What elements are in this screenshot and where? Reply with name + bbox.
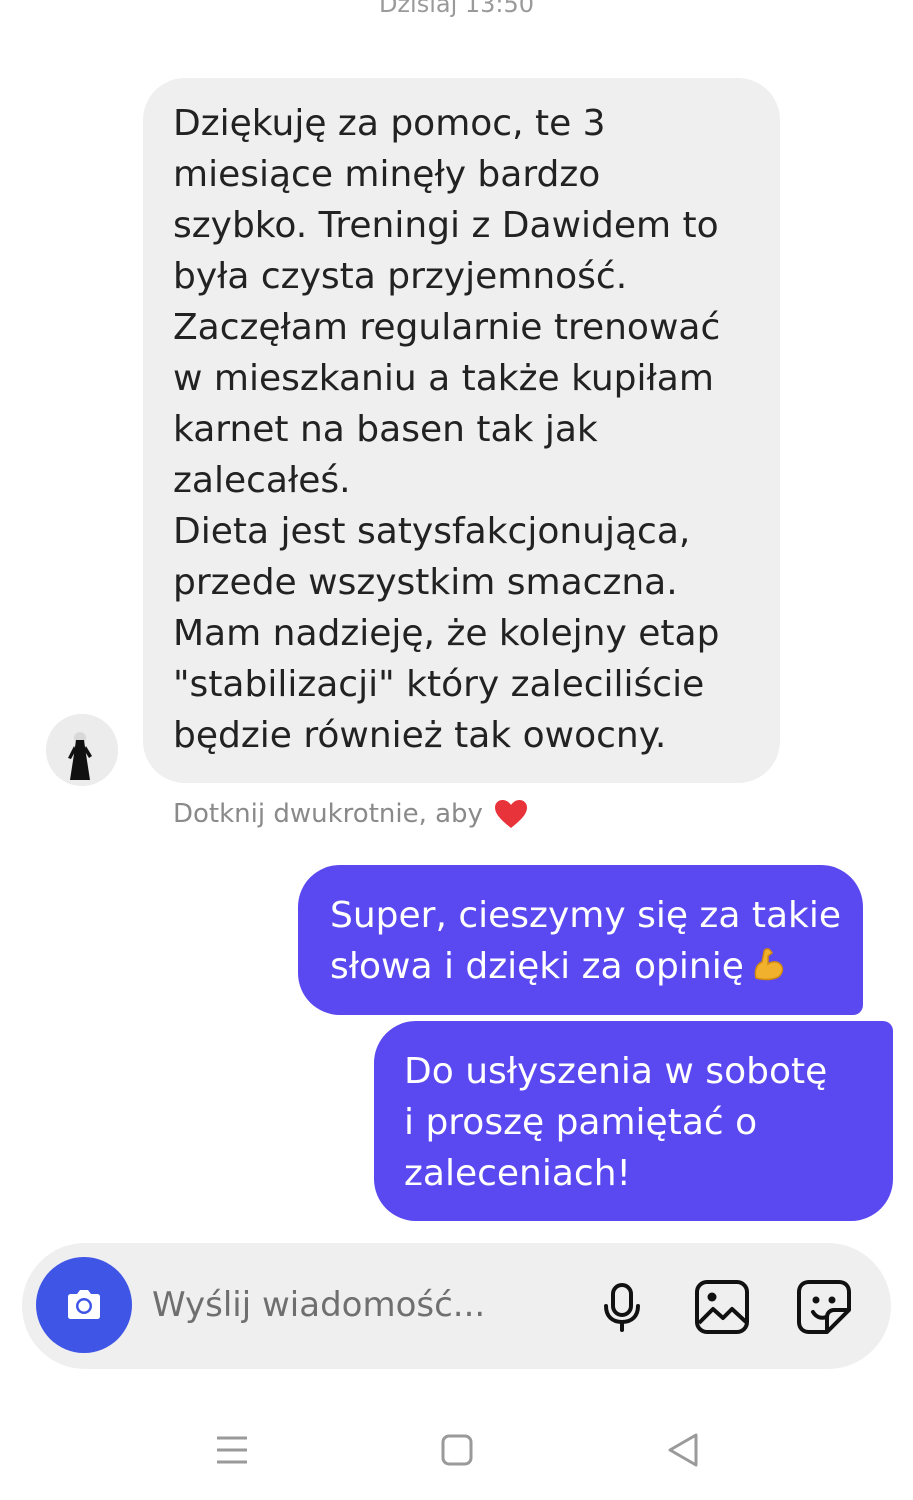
message-input[interactable]	[152, 1275, 572, 1335]
flexed-biceps-icon	[748, 944, 788, 984]
double-tap-reaction-hint: Dotknij dwukrotnie, aby	[173, 798, 529, 830]
recent-apps-icon	[217, 1436, 247, 1464]
home-button[interactable]	[432, 1425, 482, 1475]
camera-icon	[68, 1290, 100, 1319]
microphone-icon	[604, 1283, 640, 1332]
outgoing-message-bubble[interactable]: Do usłyszenia w sobotę i proszę pamiętać…	[374, 1021, 893, 1221]
incoming-message-bubble[interactable]: Dziękuję za pomoc, te 3 miesiące minęły …	[143, 78, 780, 783]
back-icon	[668, 1433, 698, 1467]
message-timestamp: Dzisiaj 13:50	[378, 0, 535, 18]
chat-screen: Dzisiaj 13:50 Dziękuję za pomoc, te 3 mi…	[0, 0, 913, 1500]
sticker-icon	[797, 1280, 851, 1334]
home-icon	[441, 1434, 473, 1466]
gallery-button[interactable]	[690, 1275, 754, 1339]
outgoing-message-bubble[interactable]: Super, cieszymy się za takie słowa i dzi…	[298, 865, 863, 1015]
reaction-hint-label: Dotknij dwukrotnie, aby	[173, 799, 483, 829]
message-composer	[22, 1243, 891, 1369]
sticker-button[interactable]	[792, 1275, 856, 1339]
back-button[interactable]	[658, 1425, 708, 1475]
microphone-button[interactable]	[590, 1275, 654, 1339]
system-navigation-bar	[0, 1400, 913, 1500]
avatar[interactable]	[46, 714, 118, 786]
recent-apps-button[interactable]	[207, 1425, 257, 1475]
camera-button[interactable]	[36, 1257, 132, 1353]
heart-icon[interactable]	[493, 798, 529, 830]
avatar-photo	[46, 714, 118, 786]
gallery-icon	[695, 1280, 749, 1334]
